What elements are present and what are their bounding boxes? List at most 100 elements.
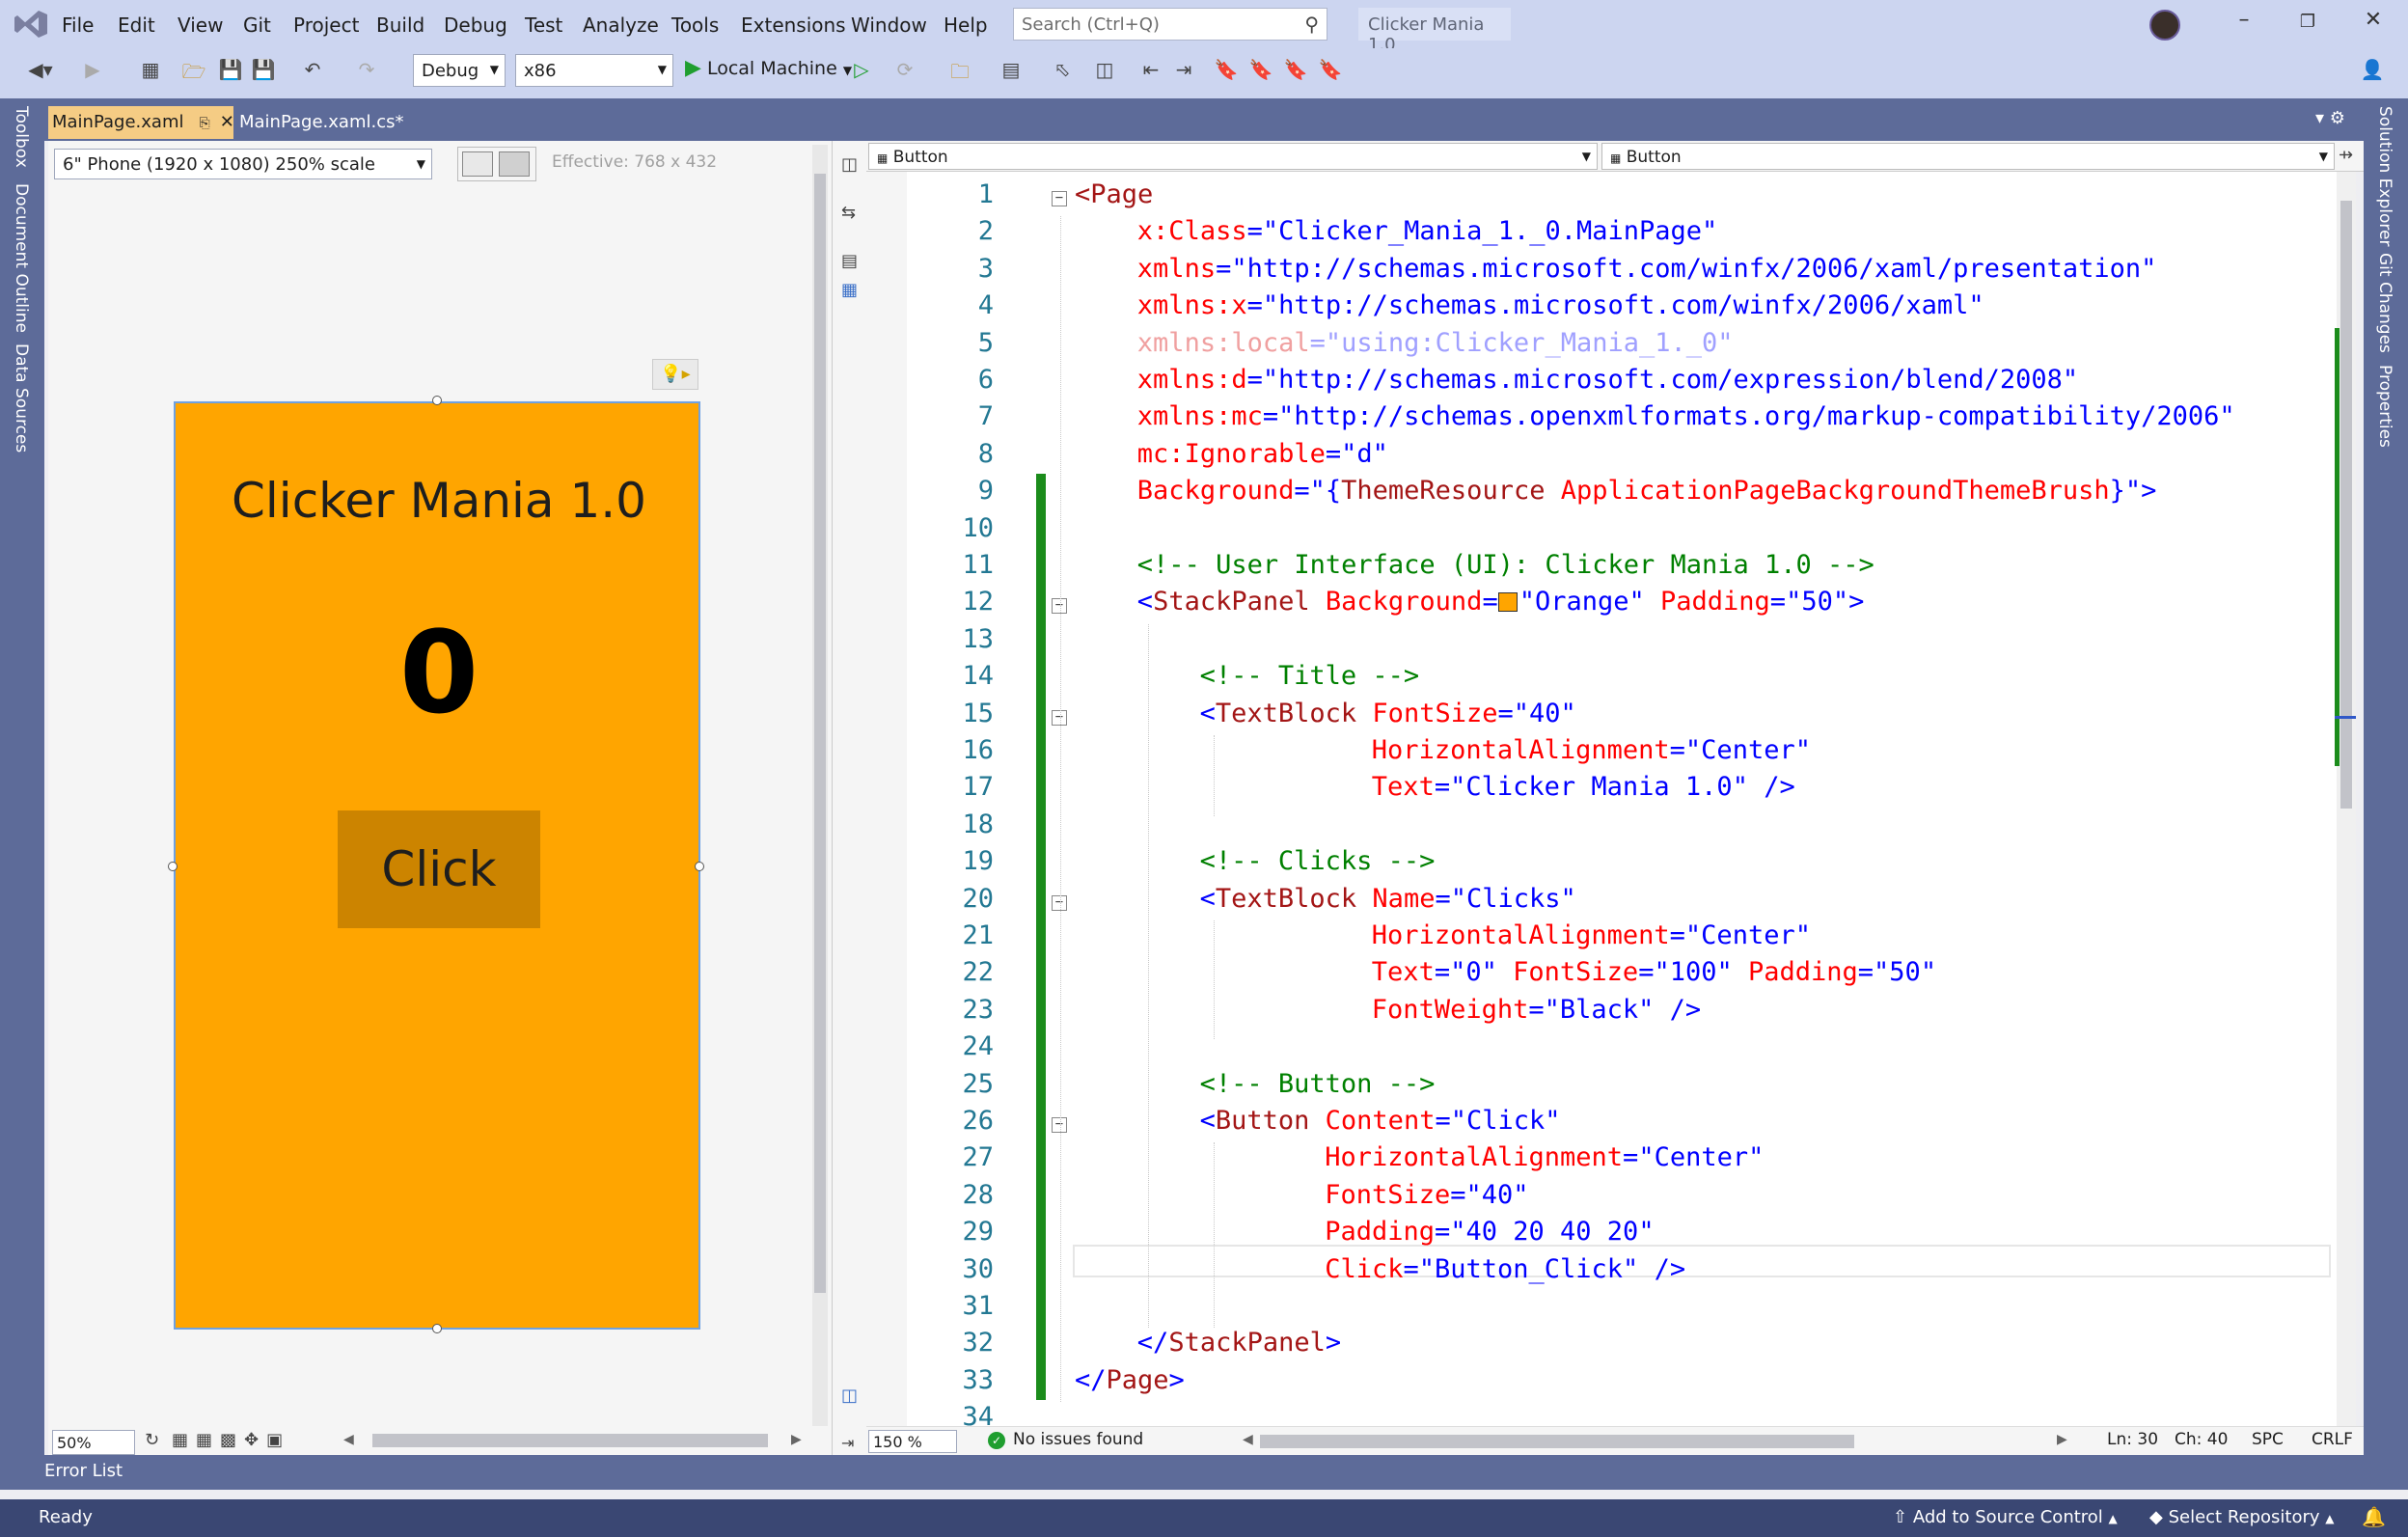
close-tab-icon[interactable]: ✕ bbox=[220, 112, 234, 132]
solution-explorer-tab[interactable]: Solution Explorer bbox=[2375, 106, 2394, 246]
resize-handle-right[interactable] bbox=[695, 862, 704, 871]
menu-file[interactable]: File bbox=[62, 14, 94, 37]
data-sources-tab[interactable]: Data Sources bbox=[12, 343, 31, 453]
menu-edit[interactable]: Edit bbox=[118, 14, 155, 37]
resize-handle-bottom[interactable] bbox=[432, 1324, 442, 1333]
indent-icon[interactable]: ⇥ bbox=[1169, 58, 1198, 87]
tab-mainpage-xaml[interactable]: MainPage.xaml ⎘ ✕ bbox=[48, 106, 234, 139]
hscroll-left-icon[interactable]: ◀ bbox=[1243, 1432, 1253, 1447]
document-outline-tab[interactable]: Document Outline bbox=[12, 183, 31, 333]
menu-view[interactable]: View bbox=[178, 14, 223, 37]
new-project-icon[interactable]: ▦ bbox=[131, 58, 170, 87]
line-number-status[interactable]: Ln: 30 bbox=[2107, 1430, 2158, 1449]
tab-overflow-icon[interactable]: ▾ ⚙ bbox=[2315, 108, 2345, 128]
live-tree-icon[interactable]: ◫ bbox=[1090, 58, 1119, 87]
open-folder-icon[interactable]: 🗁 bbox=[179, 58, 208, 87]
editor-zoom-combo[interactable]: 150 % bbox=[868, 1430, 957, 1453]
git-changes-tab[interactable]: Git Changes bbox=[2375, 253, 2394, 353]
collapse-icon[interactable]: − bbox=[1052, 191, 1067, 206]
close-icon[interactable]: ✕ bbox=[2354, 8, 2393, 32]
select-element-icon[interactable]: ⬁ bbox=[1048, 58, 1077, 87]
notification-icon[interactable]: 🔔 bbox=[2362, 1505, 2386, 1528]
collapse-icon[interactable]: − bbox=[1052, 598, 1067, 615]
grid-toggle-icons[interactable]: ▦▦▩✥▣ bbox=[172, 1430, 290, 1450]
platform-combo[interactable]: x86 ▼ bbox=[515, 54, 673, 87]
outdent-icon[interactable]: ⇤ bbox=[1136, 58, 1165, 87]
minimize-icon[interactable]: – bbox=[2225, 8, 2263, 32]
live-share-icon[interactable]: 👤 bbox=[2358, 58, 2387, 87]
phone-preview[interactable]: Clicker Mania 1.0 0 Click bbox=[174, 401, 700, 1330]
save-icon[interactable]: 💾 bbox=[216, 58, 245, 87]
menu-git[interactable]: Git bbox=[243, 14, 271, 37]
prev-bookmark-icon[interactable]: 🔖 bbox=[1248, 58, 1273, 87]
refresh-icon[interactable]: ↻ bbox=[145, 1430, 159, 1450]
tab-mainpage-xaml-cs[interactable]: MainPage.xaml.cs* bbox=[235, 106, 403, 139]
search-input[interactable]: Search (Ctrl+Q) ⚲ bbox=[1013, 8, 1327, 41]
hot-reload-icon[interactable]: ⟳ bbox=[886, 58, 924, 87]
menu-debug[interactable]: Debug bbox=[444, 14, 507, 37]
scroll-left-icon[interactable]: ◀ bbox=[343, 1432, 354, 1447]
nav-right-combo[interactable]: ▦ Button ▼ bbox=[1601, 143, 2335, 170]
collapse-icon[interactable]: − bbox=[1052, 709, 1067, 726]
start-without-debug-icon[interactable]: ▷ bbox=[849, 58, 874, 87]
menu-analyze[interactable]: Analyze bbox=[583, 14, 659, 37]
pane-toggle-icon[interactable]: ◫ bbox=[841, 154, 858, 175]
whitespace-status[interactable]: SPC bbox=[2252, 1430, 2284, 1449]
editor-hscroll-thumb[interactable] bbox=[1260, 1435, 1854, 1448]
landscape-icon[interactable] bbox=[462, 151, 493, 177]
nav-left-combo[interactable]: ▦ Button ▼ bbox=[868, 143, 1598, 170]
avatar[interactable] bbox=[2149, 10, 2180, 41]
menu-help[interactable]: Help bbox=[944, 14, 988, 37]
designer-scroll-thumb[interactable] bbox=[814, 174, 826, 1293]
save-all-icon[interactable]: 💾 bbox=[249, 58, 278, 87]
resize-handle-top[interactable] bbox=[432, 396, 442, 405]
designer-scrollbar[interactable] bbox=[812, 145, 828, 1426]
undo-icon[interactable]: ↶ bbox=[293, 58, 332, 87]
config-combo[interactable]: Debug ▼ bbox=[413, 54, 506, 87]
menu-tools[interactable]: Tools bbox=[671, 14, 719, 37]
collapse-icon[interactable]: − bbox=[1052, 1117, 1067, 1133]
issues-status[interactable]: No issues found bbox=[1013, 1430, 1143, 1449]
portrait-icon[interactable] bbox=[499, 151, 530, 177]
swap-panes-icon[interactable]: ⇆ bbox=[841, 203, 856, 223]
resize-handle-left[interactable] bbox=[168, 862, 178, 871]
layout-icon[interactable]: ▤ bbox=[992, 58, 1030, 87]
column-status[interactable]: Ch: 40 bbox=[2175, 1430, 2228, 1449]
restore-icon[interactable]: ❐ bbox=[2288, 12, 2327, 32]
error-list-tab[interactable]: Error List bbox=[44, 1461, 123, 1481]
menu-project[interactable]: Project bbox=[293, 14, 359, 37]
toolbox-tab[interactable]: Toolbox bbox=[12, 106, 31, 168]
collapse-icon[interactable]: − bbox=[1052, 894, 1067, 911]
line-number: 8 bbox=[977, 438, 994, 469]
expand-pane-icon[interactable]: ⇥ bbox=[841, 1434, 854, 1452]
editor-scrollbar[interactable] bbox=[2337, 172, 2356, 1426]
hscroll-right-icon[interactable]: ▶ bbox=[2057, 1432, 2067, 1447]
properties-tab[interactable]: Properties bbox=[2375, 365, 2394, 448]
lightbulb-icon[interactable]: 💡▸ bbox=[652, 359, 698, 390]
designer-zoom-combo[interactable]: 50% bbox=[52, 1430, 135, 1455]
pin-icon[interactable]: ⎘ bbox=[200, 116, 210, 131]
split-editor-icon[interactable]: ⇸ bbox=[2339, 145, 2353, 165]
designer-hscroll-thumb[interactable] bbox=[372, 1434, 768, 1447]
run-button[interactable]: ▶ Local Machine ▼ bbox=[685, 56, 852, 80]
menu-extensions[interactable]: Extensions bbox=[741, 14, 846, 37]
select-repository-button[interactable]: ◆ Select Repository ▲ bbox=[2149, 1507, 2335, 1527]
redo-icon[interactable]: ↷ bbox=[347, 58, 386, 87]
vertical-split-icon[interactable]: ◫ bbox=[841, 1386, 858, 1406]
image-icon[interactable]: ▦ bbox=[841, 280, 858, 300]
clear-bookmarks-icon[interactable]: 🔖 bbox=[1318, 58, 1343, 87]
split-icon[interactable]: ▤ bbox=[841, 251, 858, 271]
scroll-right-icon[interactable]: ▶ bbox=[791, 1432, 802, 1447]
next-bookmark-icon[interactable]: 🔖 bbox=[1283, 58, 1308, 87]
add-source-control-button[interactable]: ⇧ Add to Source Control ▲ bbox=[1893, 1507, 2118, 1527]
menu-window[interactable]: Window bbox=[851, 14, 927, 37]
back-icon[interactable]: ◀▾ bbox=[19, 58, 62, 87]
folder-icon[interactable]: 🗀 bbox=[945, 58, 974, 87]
device-combo[interactable]: 6" Phone (1920 x 1080) 250% scale ▼ bbox=[54, 149, 432, 179]
menu-test[interactable]: Test bbox=[525, 14, 562, 37]
forward-icon[interactable]: ▶ bbox=[83, 58, 102, 87]
menu-build[interactable]: Build bbox=[376, 14, 424, 37]
bookmark-icon[interactable]: 🔖 bbox=[1214, 58, 1239, 87]
line-ending-status[interactable]: CRLF bbox=[2312, 1430, 2353, 1449]
app-click-button[interactable]: Click bbox=[338, 810, 540, 928]
